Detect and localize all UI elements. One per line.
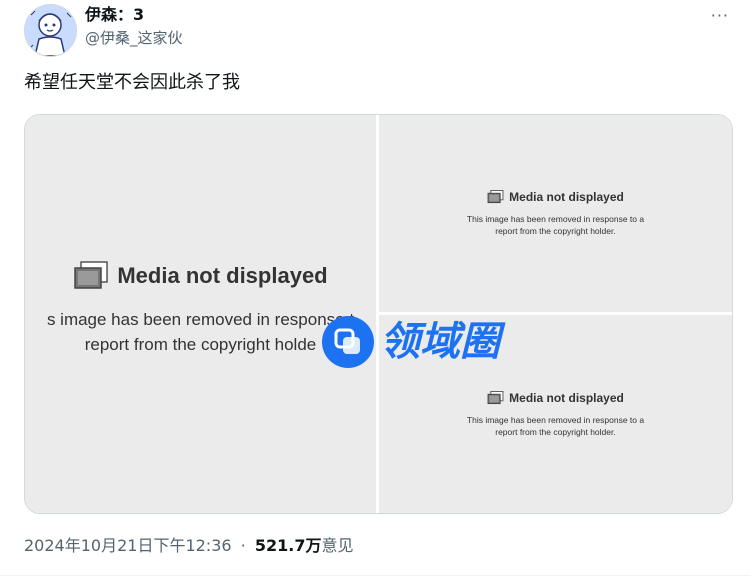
image-icon [487, 190, 504, 204]
media-item[interactable]: Media not displayed s image has been rem… [25, 115, 376, 513]
more-options-button[interactable]: ··· [711, 6, 729, 25]
author-handle[interactable]: @伊桑_这家伙 [85, 29, 183, 47]
tweet-text: 希望任天堂不会因此杀了我 [24, 72, 240, 93]
watermark-logo-icon [322, 316, 374, 368]
media-removed-description: s image has been removed in response t r… [46, 310, 355, 354]
views-label: 意见 [321, 536, 354, 555]
media-not-displayed-title: Media not displayed [487, 390, 624, 405]
image-icon [73, 261, 109, 291]
media-removed-description: This image has been removed in response … [466, 214, 645, 236]
divider [0, 575, 751, 576]
views-count: 521.7万 [254, 536, 322, 555]
media-not-displayed-title: Media not displayed [73, 261, 328, 291]
image-icon [487, 390, 504, 405]
separator: · [240, 536, 246, 555]
watermark-text: 领域圈 [380, 319, 500, 365]
timestamp-link[interactable]: 2024年10月21日下午12:36 [24, 536, 232, 555]
author-display-name[interactable]: 伊森：3 [85, 6, 144, 24]
avatar[interactable] [24, 4, 77, 57]
avatar-image [25, 5, 76, 56]
media-removed-description: This image has been removed in response … [466, 414, 645, 437]
watermark: 领域圈 [322, 316, 500, 368]
media-grid[interactable]: Media not displayed s image has been rem… [24, 114, 733, 514]
media-not-displayed-title: Media not displayed [487, 190, 624, 204]
media-item[interactable]: Media not displayed This image has been … [379, 115, 732, 312]
tweet-meta: 2024年10月21日下午12:36 · 521.7万意见 [24, 536, 353, 556]
